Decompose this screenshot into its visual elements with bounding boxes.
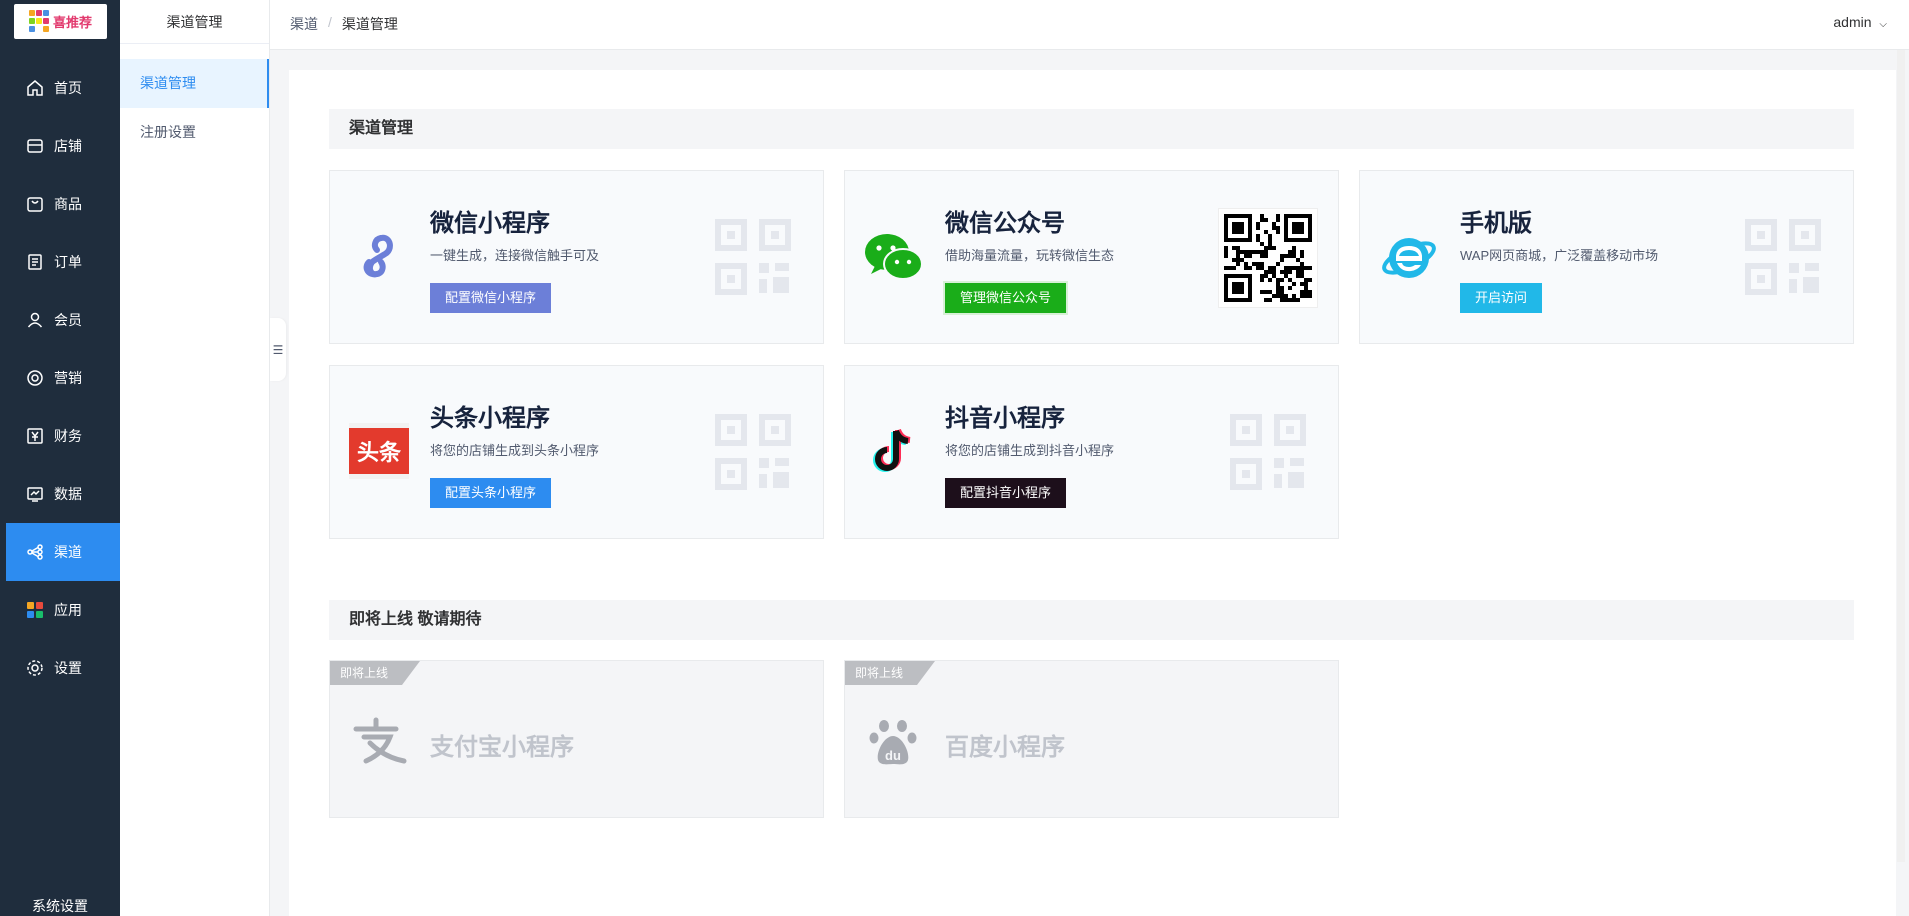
card-description: 一键生成，连接微信触手可及 — [430, 248, 600, 263]
coming-soon-ribbon: 即将上线 — [845, 661, 935, 685]
card-description: 将您的店铺生成到抖音小程序 — [945, 443, 1115, 458]
coming-soon-card-baidu: 即将上线 du 百度小程序 — [844, 660, 1339, 818]
alipay-icon — [348, 711, 410, 773]
nav-item-goods[interactable]: 商品 — [0, 175, 120, 233]
finance-icon — [26, 427, 44, 445]
card-description: WAP网页商城，广泛覆盖移动市场 — [1460, 248, 1659, 263]
nav-item-home[interactable]: 首页 — [0, 59, 120, 117]
qr-placeholder-icon — [1230, 414, 1306, 490]
home-icon — [26, 79, 44, 97]
card-title: 微信小程序 — [430, 210, 550, 237]
qr-placeholder-icon — [715, 414, 791, 490]
channel-card-wechat-official: 微信公众号 借助海量流量，玩转微信生态 管理微信公众号 — [844, 170, 1339, 344]
goods-icon — [26, 195, 44, 213]
nav-item-finance[interactable]: 财务 — [0, 407, 120, 465]
nav-item-data[interactable]: 数据 — [0, 465, 120, 523]
collapse-icon: ☰ — [272, 342, 284, 357]
breadcrumb-current: 渠道管理 — [341, 16, 398, 32]
configure-toutiao-button[interactable]: 配置头条小程序 — [430, 478, 552, 508]
coming-soon-title: 百度小程序 — [945, 734, 1065, 761]
card-title: 微信公众号 — [945, 210, 1065, 237]
breadcrumb-item[interactable]: 渠道 — [290, 14, 318, 34]
nav-item-label: 渠道 — [54, 544, 82, 560]
card-title: 手机版 — [1460, 210, 1532, 237]
breadcrumb: 渠道 / 渠道管理 — [290, 14, 398, 34]
nav-item-label: 数据 — [54, 486, 82, 502]
username: admin — [1833, 14, 1872, 30]
card-title: 抖音小程序 — [945, 405, 1065, 432]
page-scrollbar[interactable] — [1897, 50, 1905, 862]
qr-placeholder-icon — [1745, 219, 1821, 295]
wechat-miniprogram-icon — [348, 225, 410, 287]
user-menu[interactable]: admin ⌵ — [1833, 14, 1887, 30]
nav-item-store[interactable]: 店铺 — [0, 117, 120, 175]
breadcrumb-separator: / — [328, 14, 332, 30]
apps-icon — [26, 601, 44, 619]
nav-item-label: 店铺 — [54, 138, 82, 154]
store-icon — [26, 137, 44, 155]
nav-item-order[interactable]: 订单 — [0, 233, 120, 291]
manage-wechat-official-button[interactable]: 管理微信公众号 — [942, 281, 1069, 315]
subnav-item-register-settings[interactable]: 注册设置 — [120, 108, 269, 157]
channel-card-douyin: 抖音小程序 将您的店铺生成到抖音小程序 配置抖音小程序 — [844, 365, 1339, 539]
nav-item-label: 会员 — [54, 312, 82, 328]
app-logo[interactable]: 喜推荐 — [14, 4, 107, 39]
coming-soon-ribbon: 即将上线 — [330, 661, 420, 685]
chevron-down-icon: ⌵ — [1879, 19, 1887, 30]
section-title-coming-soon: 即将上线 敬请期待 — [329, 600, 1854, 640]
top-header: 渠道 / 渠道管理 admin ⌵ — [270, 0, 1909, 50]
main-sidebar: 喜推荐 首页 店铺 商品 订单 会员 营销 财务 数据 渠道 应用 设置 系统设… — [0, 0, 120, 916]
coming-soon-title: 支付宝小程序 — [430, 734, 574, 761]
nav-item-label: 设置 — [54, 660, 82, 676]
configure-douyin-button[interactable]: 配置抖音小程序 — [945, 478, 1067, 508]
nav-item-member[interactable]: 会员 — [0, 291, 120, 349]
nav-item-apps[interactable]: 应用 — [0, 581, 120, 639]
marketing-icon — [26, 369, 44, 387]
toutiao-logo-icon: 头条 — [348, 420, 410, 482]
member-icon — [26, 311, 44, 329]
channel-card-wechat-miniprogram: 微信小程序 一键生成，连接微信触手可及 配置微信小程序 — [329, 170, 824, 344]
channel-card-mobile: 手机版 WAP网页商城，广泛覆盖移动市场 开启访问 — [1359, 170, 1854, 344]
douyin-logo-icon — [863, 420, 925, 482]
card-title: 头条小程序 — [430, 405, 550, 432]
enable-mobile-access-button[interactable]: 开启访问 — [1460, 283, 1543, 313]
baidu-paw-icon: du — [863, 711, 925, 773]
nav-item-label: 订单 — [54, 254, 82, 270]
nav-item-marketing[interactable]: 营销 — [0, 349, 120, 407]
settings-icon — [26, 659, 44, 677]
secondary-sidebar-title: 渠道管理 — [120, 0, 269, 44]
logo-mark-icon — [28, 8, 49, 35]
baidu-logo-text: du — [885, 748, 901, 763]
wechat-qr-code[interactable] — [1218, 208, 1318, 308]
secondary-sidebar: 渠道管理 渠道管理 注册设置 — [120, 0, 270, 916]
nav-item-settings[interactable]: 设置 — [0, 639, 120, 697]
system-settings-link[interactable]: 系统设置 — [0, 896, 120, 916]
card-description: 借助海量流量，玩转微信生态 — [945, 248, 1115, 263]
nav-item-label: 首页 — [54, 80, 82, 96]
toutiao-logo-text: 头条 — [349, 423, 409, 479]
data-icon — [26, 485, 44, 503]
logo-text: 喜推荐 — [52, 15, 92, 30]
collapse-sidebar-toggle[interactable]: ☰ — [270, 318, 286, 381]
channel-icon — [26, 543, 44, 561]
nav-item-channel[interactable]: 渠道 — [6, 523, 120, 581]
coming-soon-card-alipay: 即将上线 支付宝小程序 — [329, 660, 824, 818]
card-description: 将您的店铺生成到头条小程序 — [430, 443, 600, 458]
subnav-item-channel-manage[interactable]: 渠道管理 — [120, 59, 269, 108]
main-nav: 首页 店铺 商品 订单 会员 营销 财务 数据 渠道 应用 设置 — [0, 59, 120, 697]
ie-browser-icon — [1378, 225, 1440, 287]
nav-item-label: 应用 — [54, 602, 82, 618]
qr-code-icon — [1224, 214, 1312, 302]
nav-item-label: 商品 — [54, 196, 82, 212]
configure-wechat-miniprogram-button[interactable]: 配置微信小程序 — [430, 283, 552, 313]
nav-item-label: 营销 — [54, 370, 82, 386]
channel-card-toutiao: 头条 头条小程序 将您的店铺生成到头条小程序 配置头条小程序 — [329, 365, 824, 539]
wechat-icon — [863, 225, 925, 287]
order-icon — [26, 253, 44, 271]
nav-item-label: 财务 — [54, 428, 82, 444]
section-title-channel-manage: 渠道管理 — [329, 109, 1854, 149]
qr-placeholder-icon — [715, 219, 791, 295]
